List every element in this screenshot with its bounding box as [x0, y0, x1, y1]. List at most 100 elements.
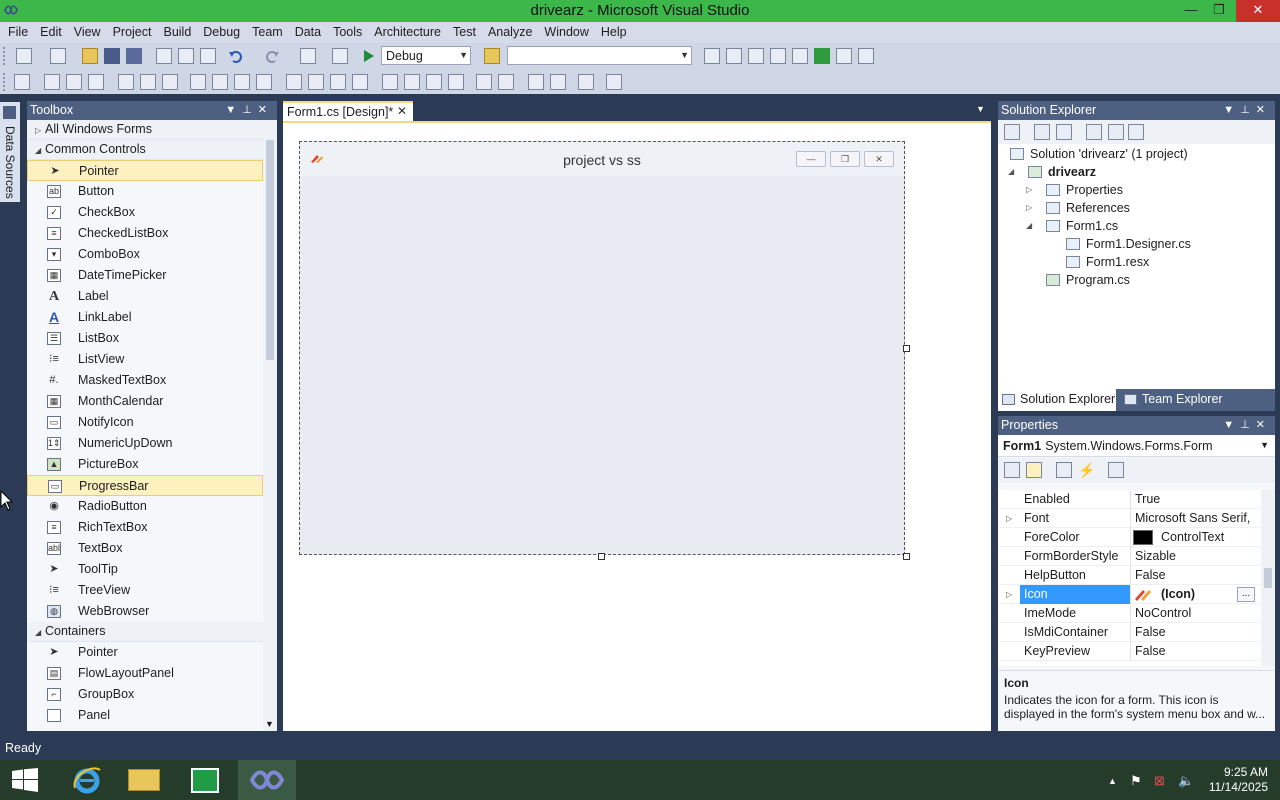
property-row[interactable]: ▷FontMicrosoft Sans Serif, 8.2: [998, 509, 1261, 544]
property-row[interactable]: ForeColor ControlText: [998, 528, 1261, 547]
vertical-spacing-increase-icon[interactable]: [404, 74, 420, 90]
expand-icon[interactable]: ▷: [1006, 585, 1012, 604]
dropdown-icon[interactable]: ▼: [225, 104, 242, 116]
class-diagram-icon[interactable]: [1128, 124, 1144, 140]
tool-tooltip[interactable]: ➤ ToolTip: [27, 559, 263, 580]
flag-icon[interactable]: ⚑: [1130, 773, 1142, 789]
close-icon[interactable]: ✕: [258, 104, 273, 116]
internet-explorer-button[interactable]: [58, 760, 116, 800]
menu-data[interactable]: Data: [289, 22, 327, 43]
center-vertically-icon[interactable]: [498, 74, 514, 90]
make-same-height-icon[interactable]: [212, 74, 228, 90]
navigate-back-icon[interactable]: [300, 48, 316, 64]
volume-icon[interactable]: 🔈: [1178, 773, 1194, 789]
tool-monthcalendar[interactable]: ▦ MonthCalendar: [27, 391, 263, 412]
store-button[interactable]: [178, 760, 236, 800]
tool-checkedlistbox[interactable]: ≡ CheckedListBox: [27, 223, 263, 244]
align-middles-icon[interactable]: [140, 74, 156, 90]
expand-icon[interactable]: ▷: [1006, 509, 1012, 528]
align-to-grid-icon[interactable]: [14, 74, 30, 90]
menu-edit[interactable]: Edit: [34, 22, 68, 43]
find-in-files-icon[interactable]: [484, 48, 500, 64]
tree-node-project[interactable]: ◢ drivearz: [998, 163, 1275, 181]
tree-node-references[interactable]: ▷ References: [998, 199, 1275, 217]
tool-notifyicon[interactable]: ▭ NotifyIcon: [27, 412, 263, 433]
properties-window-icon[interactable]: [726, 48, 742, 64]
view-code-icon[interactable]: [1086, 124, 1102, 140]
bring-to-front-icon[interactable]: [528, 74, 544, 90]
show-all-files-icon[interactable]: [1034, 124, 1050, 140]
document-dropdown-icon[interactable]: ▼: [976, 104, 985, 114]
resize-handle-corner[interactable]: [903, 553, 910, 560]
events-icon[interactable]: ⚡: [1078, 462, 1095, 478]
minimize-button[interactable]: —: [1176, 0, 1206, 22]
tree-node-form1-designer[interactable]: Form1.Designer.cs: [998, 235, 1275, 253]
menu-test[interactable]: Test: [447, 22, 482, 43]
cut-icon[interactable]: [156, 48, 172, 64]
property-row[interactable]: FormBorderStyle Sizable: [998, 547, 1261, 566]
undo-icon[interactable]: [228, 48, 244, 64]
tool-radiobutton[interactable]: ◉ RadioButton: [27, 496, 263, 517]
tool-textbox[interactable]: abl TextBox: [27, 538, 263, 559]
tool-linklabel[interactable]: A LinkLabel: [27, 307, 263, 328]
menu-help[interactable]: Help: [595, 22, 633, 43]
properties-icon[interactable]: [1004, 124, 1020, 140]
tool-progressbar[interactable]: ▭ ProgressBar: [27, 475, 263, 496]
navigate-forward-icon[interactable]: [332, 48, 348, 64]
horizontal-spacing-remove-icon[interactable]: [352, 74, 368, 90]
add-item-icon[interactable]: [50, 48, 66, 64]
open-folder-icon[interactable]: [82, 48, 98, 64]
file-explorer-button[interactable]: [116, 760, 174, 800]
clock[interactable]: 9:25 AM 11/14/2025: [1209, 765, 1268, 795]
horizontal-spacing-increase-icon[interactable]: [308, 74, 324, 90]
property-row[interactable]: KeyPreview False: [998, 642, 1261, 661]
property-pages-icon[interactable]: [1108, 462, 1124, 478]
tab-order-icon[interactable]: [578, 74, 594, 90]
alphabetical-icon[interactable]: [1026, 462, 1042, 478]
exit-icon[interactable]: [814, 48, 830, 64]
menu-tools[interactable]: Tools: [327, 22, 368, 43]
tool-label-control[interactable]: A Label: [27, 286, 263, 307]
toolbox-icon[interactable]: [770, 48, 786, 64]
tree-node-solution[interactable]: Solution 'drivearz' (1 project): [998, 145, 1275, 163]
size-to-grid-icon[interactable]: [256, 74, 272, 90]
tool-numericupdown[interactable]: 1⇕ NumericUpDown: [27, 433, 263, 454]
ellipsis-button[interactable]: ...: [1237, 587, 1255, 602]
toolbar-grip[interactable]: [3, 73, 7, 91]
property-row[interactable]: HelpButton False: [998, 566, 1261, 585]
tree-node-properties[interactable]: ▷ Properties: [998, 181, 1275, 199]
resize-handle-bottom[interactable]: [598, 553, 605, 560]
redo-icon[interactable]: [264, 48, 280, 64]
pin-icon[interactable]: ⊥: [242, 104, 258, 116]
horizontal-spacing-equal-icon[interactable]: [286, 74, 302, 90]
scrollbar-thumb[interactable]: [1264, 568, 1272, 588]
category-common-controls[interactable]: ◢ Common Controls: [27, 140, 263, 160]
object-browser-icon[interactable]: [748, 48, 764, 64]
menu-debug[interactable]: Debug: [197, 22, 246, 43]
tool-button[interactable]: ab Button: [27, 181, 263, 202]
menu-build[interactable]: Build: [157, 22, 197, 43]
tab-form1-design[interactable]: Form1.cs [Design]* ✕: [283, 101, 413, 121]
horizontal-spacing-decrease-icon[interactable]: [330, 74, 346, 90]
copy-icon[interactable]: [178, 48, 194, 64]
tool-richtextbox[interactable]: ≡ RichTextBox: [27, 517, 263, 538]
vertical-spacing-remove-icon[interactable]: [448, 74, 464, 90]
close-icon[interactable]: ✕: [1256, 419, 1271, 431]
start-button[interactable]: [0, 760, 58, 800]
visual-studio-taskbar-button[interactable]: [238, 760, 296, 800]
designer-form[interactable]: project vs ss — ❐ ✕: [299, 141, 905, 555]
property-row[interactable]: Enabled True: [998, 490, 1261, 509]
pin-icon[interactable]: ⊥: [1240, 419, 1256, 431]
save-all-icon[interactable]: [126, 48, 142, 64]
close-tab-icon[interactable]: ✕: [397, 104, 407, 118]
tool-picturebox[interactable]: ▲ PictureBox: [27, 454, 263, 475]
property-row[interactable]: ImeMode NoControl: [998, 604, 1261, 623]
tool-pointer[interactable]: ➤ Pointer: [27, 160, 263, 181]
make-same-size-icon[interactable]: [234, 74, 250, 90]
tool-combobox[interactable]: ▾ ComboBox: [27, 244, 263, 265]
close-button[interactable]: ✕: [1236, 0, 1280, 22]
tool-webbrowser[interactable]: ◍ WebBrowser: [27, 601, 263, 622]
category-containers[interactable]: ◢ Containers: [27, 622, 263, 642]
pin-icon[interactable]: ⊥: [1240, 104, 1256, 116]
window-layout-icon[interactable]: [858, 48, 874, 64]
